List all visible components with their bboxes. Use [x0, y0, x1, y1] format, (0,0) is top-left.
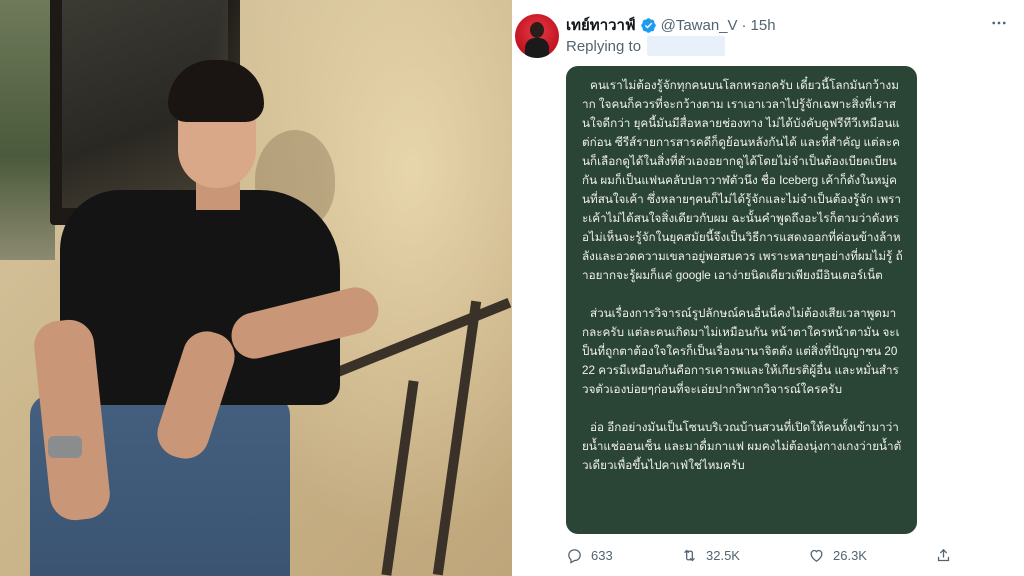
retweet-button[interactable]: 32.5K	[681, 547, 740, 564]
avatar-figure	[525, 38, 549, 58]
wristwatch	[48, 436, 82, 458]
replying-to: Replying to	[566, 36, 726, 56]
avatar-figure	[530, 22, 544, 38]
action-bar: 633 32.5K 26.3K	[566, 543, 966, 567]
retweet-count: 32.5K	[706, 547, 740, 563]
verified-badge-icon	[640, 17, 657, 34]
like-count: 26.3K	[833, 547, 867, 563]
heart-icon	[810, 549, 823, 562]
retweet-icon	[684, 549, 695, 561]
share-icon	[937, 548, 950, 561]
like-button[interactable]: 26.3K	[808, 547, 867, 564]
display-name[interactable]: เทย์ทาวาฟ์	[566, 13, 636, 37]
photo	[0, 0, 512, 576]
reply-count: 633	[591, 547, 613, 563]
replying-to-label: Replying to	[566, 37, 642, 55]
share-button[interactable]	[935, 547, 952, 564]
background-foliage	[0, 0, 55, 260]
replying-to-user-redacted[interactable]	[647, 36, 726, 56]
reply-button[interactable]: 633	[566, 547, 613, 564]
timestamp[interactable]: 15h	[751, 17, 776, 34]
more-icon[interactable]	[988, 12, 1010, 34]
note-paragraph: คนเราไม่ต้องรู้จักทุกคนบนโลกหรอกครับ เดี…	[582, 79, 903, 282]
note-paragraph: อ่อ อีกอย่างมันเป็นโซนบริเวณบ้านสวนที่เป…	[582, 421, 902, 472]
note-image[interactable]: คนเราไม่ต้องรู้จักทุกคนบนโลกหรอกครับ เดี…	[566, 66, 917, 534]
tweet: เทย์ทาวาฟ์ @Tawan_V · 15h Replying to คน…	[512, 0, 1024, 576]
note-paragraph: ส่วนเรื่องการวิจารณ์รูปลักษณ์คนอื่นนี่คง…	[582, 307, 900, 396]
tweet-header: เทย์ทาวาฟ์ @Tawan_V · 15h	[566, 14, 776, 36]
reply-icon	[568, 548, 581, 564]
handle[interactable]: @Tawan_V	[661, 17, 738, 34]
separator: ·	[741, 16, 747, 34]
avatar[interactable]	[515, 14, 559, 58]
